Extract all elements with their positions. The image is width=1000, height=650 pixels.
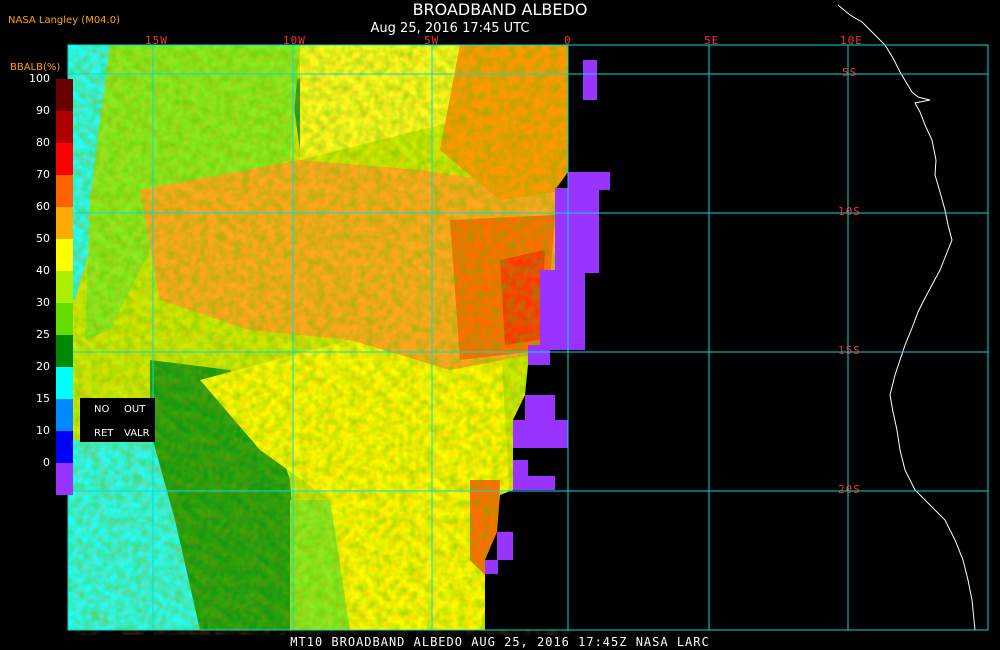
legend-color-box xyxy=(56,463,73,495)
lon-label-10w: 10W xyxy=(283,34,306,47)
legend-tick: 40 xyxy=(36,264,50,277)
legend-color-box xyxy=(56,303,73,335)
nodata-out-label: OUT xyxy=(124,404,146,415)
legend: BBALB(%) 100 90 80 70 60 50 40 30 25 20 15 10 0 NO O… xyxy=(0,0,160,495)
lat-label-20s: 20S xyxy=(838,483,861,496)
legend-color-box xyxy=(56,271,73,303)
lat-label-15s: 15S xyxy=(838,344,861,357)
legend-tick: 90 xyxy=(36,104,50,117)
lon-label-10e: 10E xyxy=(840,34,863,47)
lon-label-0: 0 xyxy=(564,34,572,47)
lat-label-10s: 10S xyxy=(838,205,861,218)
legend-color-box xyxy=(56,111,73,143)
footer-caption: MT10 BROADBAND ALBEDO AUG 25, 2016 17:45… xyxy=(290,635,710,649)
legend-tick: 10 xyxy=(36,424,50,437)
legend-color-box xyxy=(56,399,73,431)
legend-tick: 30 xyxy=(36,296,50,309)
legend-color-box xyxy=(56,431,73,463)
legend-tick: 0 xyxy=(43,456,50,469)
nodata-key: NO OUT RET VALR xyxy=(80,398,155,442)
legend-color-box xyxy=(56,239,73,271)
legend-tick: 50 xyxy=(36,232,50,245)
lon-label-5w: 5W xyxy=(424,34,440,47)
legend-tick: 80 xyxy=(36,136,50,149)
legend-color-box xyxy=(56,335,73,367)
legend-tick: 15 xyxy=(36,392,50,405)
nodata-no-label: NO xyxy=(94,404,110,415)
legend-tick: 70 xyxy=(36,168,50,181)
lat-label-5s: 5S xyxy=(842,66,858,79)
nodata-valr-label: VALR xyxy=(124,428,150,439)
legend-color-box xyxy=(56,367,73,399)
legend-color-box xyxy=(56,175,73,207)
legend-color-box xyxy=(56,79,73,111)
nodata-ret-label: RET xyxy=(94,428,114,439)
legend-color-box xyxy=(56,143,73,175)
legend-tick: 100 xyxy=(29,72,50,85)
legend-tick: 20 xyxy=(36,360,50,373)
lon-label-5e: 5E xyxy=(704,34,720,47)
legend-tick: 60 xyxy=(36,200,50,213)
legend-color-box xyxy=(56,207,73,239)
legend-tick: 25 xyxy=(36,328,50,341)
